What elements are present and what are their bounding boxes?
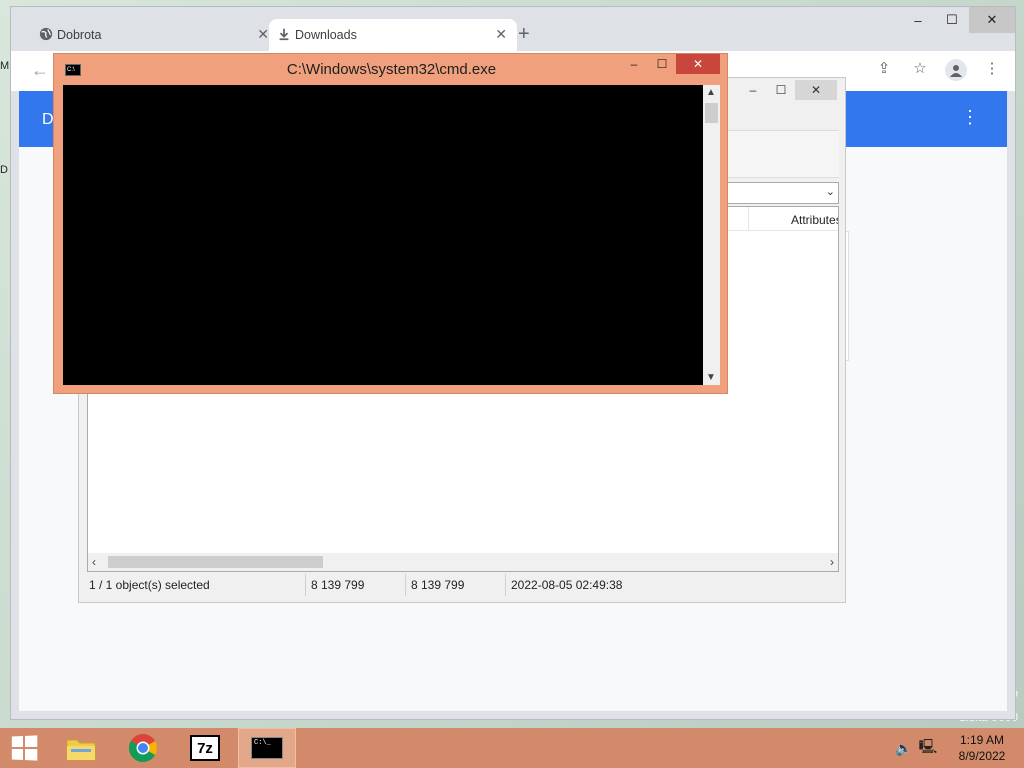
minimize-button[interactable]: – bbox=[901, 7, 935, 33]
windows-logo-icon bbox=[11, 735, 38, 761]
close-tab-icon[interactable]: ✕ bbox=[257, 26, 269, 43]
cmd-window: C:\ C:\Windows\system32\cmd.exe – ☐ ✕ ▲ … bbox=[53, 53, 728, 394]
start-button[interactable] bbox=[0, 728, 48, 768]
back-arrow-icon[interactable]: ← bbox=[31, 60, 49, 81]
sevenzip-label: 7z bbox=[197, 739, 213, 757]
profile-icon[interactable] bbox=[945, 59, 967, 81]
minimize-button[interactable]: – bbox=[739, 80, 767, 100]
cmd-icon: C:\_ bbox=[251, 737, 283, 759]
close-button[interactable]: ✕ bbox=[969, 7, 1015, 33]
more-options-icon[interactable]: ⋮ bbox=[961, 107, 979, 128]
status-bar: 1 / 1 object(s) selected 8 139 799 8 139… bbox=[87, 574, 839, 596]
scrollbar-thumb[interactable] bbox=[705, 103, 718, 123]
taskbar-file-explorer[interactable] bbox=[52, 728, 110, 768]
folder-icon bbox=[66, 739, 96, 761]
globe-icon bbox=[39, 27, 53, 41]
tab-dobrota[interactable]: Dobrota ✕ bbox=[31, 19, 279, 51]
column-attributes[interactable]: Attributes bbox=[748, 207, 838, 231]
star-icon[interactable]: ☆ bbox=[909, 59, 931, 81]
clock-time: 1:19 AM bbox=[959, 733, 1005, 747]
desktop-fragment-m: M bbox=[0, 60, 10, 72]
horizontal-scrollbar[interactable]: ‹ › bbox=[88, 553, 838, 571]
cmd-label: C:\_ bbox=[254, 739, 271, 747]
share-icon[interactable]: ⇪ bbox=[873, 59, 895, 81]
minimize-button[interactable]: – bbox=[620, 54, 648, 74]
network-icon[interactable]: 🖳 bbox=[916, 736, 940, 760]
tab-strip: Dobrota ✕ Downloads ✕ + – ☐ ✕ bbox=[11, 7, 1015, 51]
close-button[interactable]: ✕ bbox=[795, 80, 837, 100]
close-button[interactable]: ✕ bbox=[676, 54, 720, 74]
page-title: D bbox=[42, 111, 54, 128]
tab-downloads[interactable]: Downloads ✕ bbox=[269, 19, 517, 51]
console-output[interactable] bbox=[63, 85, 703, 385]
volume-muted-icon[interactable]: 🔈 bbox=[892, 740, 916, 757]
close-tab-icon[interactable]: ✕ bbox=[495, 26, 507, 43]
chrome-icon bbox=[129, 734, 157, 762]
tab-title: Dobrota bbox=[57, 28, 102, 42]
sevenzip-icon: 7z bbox=[190, 735, 220, 761]
status-packed-size: 8 139 799 bbox=[411, 578, 465, 592]
status-size: 8 139 799 bbox=[311, 578, 365, 592]
scroll-up-icon[interactable]: ▲ bbox=[706, 87, 716, 98]
clock[interactable]: 1:19 AM 8/9/2022 bbox=[940, 732, 1024, 764]
tab-title: Downloads bbox=[295, 28, 357, 42]
scroll-down-icon[interactable]: ▼ bbox=[706, 372, 716, 383]
maximize-button[interactable]: ☐ bbox=[648, 54, 676, 74]
sevenzip-window-controls: – ☐ ✕ bbox=[739, 80, 837, 100]
maximize-button[interactable]: ☐ bbox=[935, 7, 969, 33]
scrollbar-thumb[interactable] bbox=[108, 556, 323, 568]
taskbar-7zip[interactable]: 7z bbox=[176, 728, 234, 768]
download-icon bbox=[279, 28, 289, 41]
taskbar-chrome[interactable] bbox=[114, 728, 172, 768]
desktop-fragment-d: D bbox=[0, 164, 8, 176]
clock-date: 8/9/2022 bbox=[958, 749, 1006, 763]
menu-icon[interactable]: ⋮ bbox=[981, 59, 1003, 81]
taskbar-cmd[interactable]: C:\_ bbox=[238, 728, 296, 768]
chevron-down-icon[interactable]: ⌄ bbox=[826, 185, 835, 198]
status-modified: 2022-08-05 02:49:38 bbox=[511, 578, 623, 592]
vertical-scrollbar[interactable]: ▲ ▼ bbox=[703, 85, 720, 385]
taskbar: 7z C:\_ 🔈 🖳 1:19 AM 8/9/2022 bbox=[0, 728, 1024, 768]
new-tab-button[interactable]: + bbox=[518, 23, 530, 46]
cmd-window-controls: – ☐ ✕ bbox=[620, 54, 720, 74]
status-selection: 1 / 1 object(s) selected bbox=[89, 578, 210, 592]
scroll-left-icon[interactable]: ‹ bbox=[92, 555, 96, 569]
scroll-right-icon[interactable]: › bbox=[830, 555, 834, 569]
system-tray: 🔈 🖳 1:19 AM 8/9/2022 bbox=[892, 728, 1024, 768]
chrome-window-controls: – ☐ ✕ bbox=[901, 7, 1015, 33]
maximize-button[interactable]: ☐ bbox=[767, 80, 795, 100]
